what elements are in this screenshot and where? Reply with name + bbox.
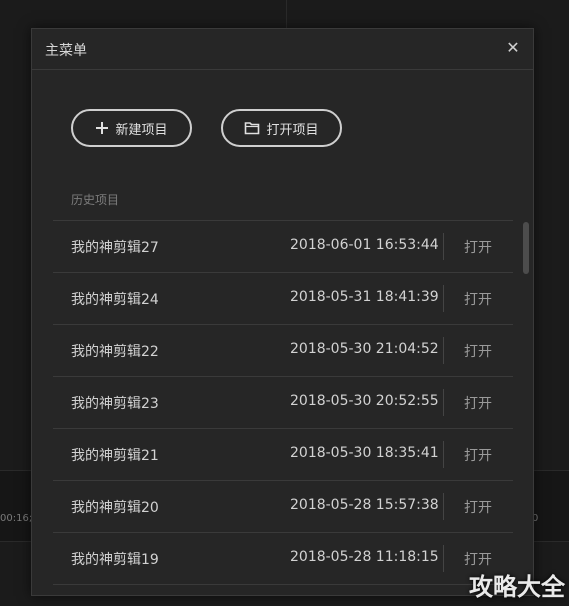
project-row[interactable]: 我的神剪辑21 2018-05-30 18:35:41 打开: [53, 429, 513, 481]
dialog-header: 主菜单 ✕: [32, 29, 533, 70]
watermark-text: 攻略大全: [469, 573, 565, 601]
open-project-link[interactable]: 打开: [464, 549, 492, 569]
project-row[interactable]: 我的神剪辑24 2018-05-31 18:41:39 打开: [53, 273, 513, 325]
project-name: 我的神剪辑22: [71, 344, 159, 360]
history-section-label: 历史项目: [71, 193, 120, 207]
new-project-label: 新建项目: [115, 122, 168, 138]
project-name: 我的神剪辑24: [71, 292, 159, 308]
row-divider: [443, 285, 444, 312]
open-project-link[interactable]: 打开: [464, 445, 492, 465]
new-project-button[interactable]: 新建项目: [71, 109, 192, 147]
main-menu-dialog: 主菜单 ✕ 新建项目 打开项目 历史项目 我的神剪辑27 2018-06-01 1…: [31, 28, 534, 596]
project-row[interactable]: 我的神剪辑22 2018-05-30 21:04:52 打开: [53, 325, 513, 377]
dialog-title: 主菜单: [45, 43, 87, 59]
background-divider: [286, 0, 287, 28]
close-icon[interactable]: ✕: [503, 38, 523, 58]
project-name: 我的神剪辑19: [71, 552, 159, 568]
project-date: 2018-05-28 15:57:38: [290, 497, 439, 513]
plus-icon: [95, 121, 109, 135]
folder-icon: [244, 121, 260, 135]
project-row[interactable]: 我的神剪辑19 2018-05-28 11:18:15 打开: [53, 533, 513, 585]
project-name: 我的神剪辑21: [71, 448, 159, 464]
project-date: 2018-05-28 11:18:15: [290, 549, 439, 565]
open-project-link[interactable]: 打开: [464, 497, 492, 517]
open-project-label: 打开项目: [266, 122, 319, 138]
project-date: 2018-05-30 21:04:52: [290, 341, 439, 357]
project-name: 我的神剪辑27: [71, 240, 159, 256]
open-project-link[interactable]: 打开: [464, 393, 492, 413]
row-divider: [443, 545, 444, 572]
row-divider: [443, 441, 444, 468]
open-project-link[interactable]: 打开: [464, 341, 492, 361]
project-name: 我的神剪辑23: [71, 396, 159, 412]
open-project-link[interactable]: 打开: [464, 289, 492, 309]
row-divider: [443, 389, 444, 416]
project-date: 2018-05-31 18:41:39: [290, 289, 439, 305]
row-divider: [443, 337, 444, 364]
project-date: 2018-06-01 16:53:44: [290, 237, 439, 253]
project-row[interactable]: 我的神剪辑20 2018-05-28 15:57:38 打开: [53, 481, 513, 533]
open-project-button[interactable]: 打开项目: [221, 109, 342, 147]
history-project-list: 我的神剪辑27 2018-06-01 16:53:44 打开 我的神剪辑24 2018-…: [53, 220, 513, 585]
project-row[interactable]: 我的神剪辑27 2018-06-01 16:53:44 打开: [53, 221, 513, 273]
open-project-link[interactable]: 打开: [464, 237, 492, 257]
project-date: 2018-05-30 18:35:41: [290, 445, 439, 461]
list-scrollbar[interactable]: [523, 222, 529, 274]
project-row[interactable]: 我的神剪辑23 2018-05-30 20:52:55 打开: [53, 377, 513, 429]
row-divider: [443, 493, 444, 520]
project-name: 我的神剪辑20: [71, 500, 159, 516]
project-date: 2018-05-30 20:52:55: [290, 393, 439, 409]
row-divider: [443, 233, 444, 260]
